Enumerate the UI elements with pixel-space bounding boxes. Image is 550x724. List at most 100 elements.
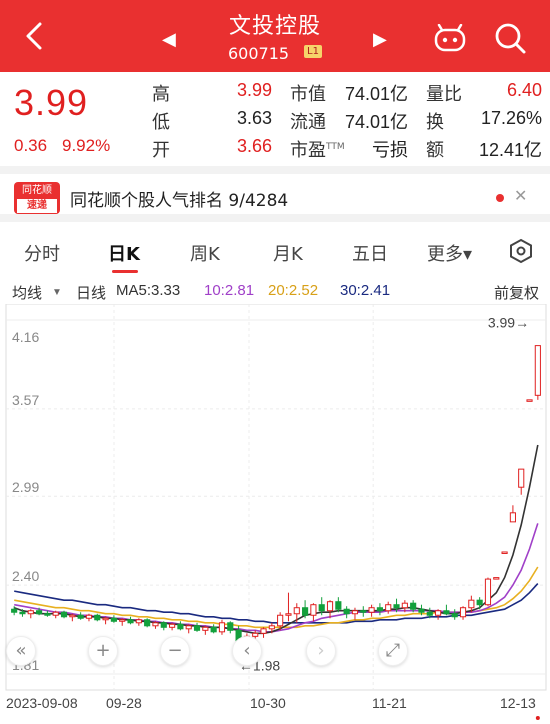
candle-body (326, 601, 334, 612)
mktcap-label: 市值 (290, 84, 326, 105)
ma5-value: MA5:3.33 (116, 282, 181, 299)
candle-body (401, 602, 408, 609)
search-icon[interactable] (493, 21, 527, 55)
candle-body (268, 625, 275, 630)
dropdown-arrow-icon[interactable]: ▼ (52, 287, 62, 298)
amount-label: 额 (426, 140, 444, 161)
candle-body (468, 599, 475, 609)
price-change: 0.36 (14, 136, 48, 155)
settings-hexagon-icon[interactable] (508, 238, 534, 264)
assistant-robot-icon[interactable] (433, 24, 467, 54)
pe-label: 市盈TTM (290, 140, 345, 161)
scroll-right-button[interactable]: › (306, 636, 336, 666)
last-price: 3.99 (14, 82, 89, 123)
candle-body (393, 604, 400, 609)
candle-body (11, 608, 18, 613)
ma-indicator-bar: 均线 ▼ 日线 MA5:3.33 10:2.81 20:2.52 30:2.41… (0, 278, 550, 304)
news-text: 同花顺个股人气排名 9/4284 (70, 191, 289, 211)
quote-panel: 3.99 0.36 9.92% 高 3.99 低 3.63 开 3.66 市值 … (0, 72, 550, 166)
tab-monthly-k[interactable]: 月K (273, 240, 303, 266)
candle-body (451, 613, 458, 618)
low-label: 低 (152, 112, 170, 133)
scroll-left-button[interactable]: ‹ (232, 636, 262, 666)
candle-body (193, 625, 201, 631)
stock-code: 600715 (228, 44, 290, 63)
candle-body (227, 622, 234, 631)
x-tick-label: 10-30 (250, 695, 286, 711)
candle-body (85, 614, 93, 619)
popularity-news-strip[interactable]: 同花顺 速递 同花顺个股人气排名 9/4284 ✕ (0, 166, 550, 222)
volratio-label: 量比 (426, 84, 462, 105)
candle-body (410, 602, 417, 610)
next-stock-arrow-icon[interactable]: ▶ (373, 29, 387, 50)
period-tabs: 分时 日K 周K 月K 五日 更多▾ (0, 230, 550, 273)
open-value: 3.66 (236, 136, 272, 156)
candle-body (376, 607, 383, 612)
x-tick-label: 2023-09-08 (6, 695, 78, 711)
x-tick-label: 12-13 (500, 695, 536, 711)
chart-frame (5, 304, 547, 691)
rewind-button[interactable]: « (6, 636, 36, 666)
candle-body (534, 345, 541, 396)
candle-body (426, 611, 433, 616)
kline-chart[interactable]: 4.163.572.992.401.813.99→←1.982023-09-08… (0, 304, 550, 724)
ma20-value: 20:2.52 (268, 282, 319, 299)
candle-body (343, 608, 350, 615)
adjust-mode[interactable]: 前复权 (494, 282, 539, 303)
tab-five-day[interactable]: 五日 (352, 240, 388, 266)
tab-daily-k[interactable]: 日K (108, 240, 140, 266)
turnover-label: 换 (426, 112, 444, 133)
candle-body (285, 613, 292, 616)
candle-body (19, 611, 26, 615)
candle-body (360, 610, 367, 613)
ma5-line (13, 444, 539, 635)
pe-value: 亏损 (372, 140, 408, 160)
candle-body (52, 611, 59, 616)
high-marker-label: 3.99→ (488, 315, 529, 331)
fullscreen-button[interactable]: ⤢ (378, 636, 408, 666)
current-bar-dot (535, 716, 540, 720)
ma30-value: 30:2.41 (340, 282, 391, 299)
candle-body (260, 628, 267, 634)
turnover-value: 17.26% (480, 108, 542, 128)
candle-body (509, 512, 516, 523)
candle-body (526, 399, 533, 402)
tab-weekly-k[interactable]: 周K (190, 240, 220, 266)
candle-body (418, 608, 425, 613)
tab-intraday[interactable]: 分时 (24, 240, 60, 266)
candle-body (277, 614, 284, 627)
zoom-in-button[interactable]: + (88, 636, 118, 666)
candle-body (501, 551, 508, 554)
active-tab-indicator (112, 270, 138, 273)
candle-body (44, 613, 51, 616)
ma-mode-select[interactable]: 均线 (12, 282, 42, 303)
ttm-mark: TTM (326, 142, 345, 152)
ma20-line (14, 566, 539, 629)
open-label: 开 (152, 140, 170, 161)
volratio-value: 6.40 (506, 80, 542, 100)
candle-body (351, 610, 359, 615)
level1-badge: L1 (304, 45, 322, 58)
period-label: 日线 (76, 285, 107, 302)
candle-body (293, 607, 300, 615)
candle-body (127, 619, 134, 624)
candle-body (459, 607, 467, 618)
ma10-value: 10:2.81 (204, 282, 255, 299)
candle-body (435, 610, 442, 616)
x-tick-label: 11-21 (372, 695, 407, 711)
candle-body (69, 614, 76, 618)
close-icon[interactable]: ✕ (514, 186, 527, 205)
tab-more[interactable]: 更多▾ (427, 240, 472, 266)
low-value: 3.63 (236, 108, 272, 128)
candle-body (335, 601, 342, 610)
zoom-out-button[interactable]: − (160, 636, 190, 666)
y-tick-label: 2.99 (12, 479, 39, 495)
candle-body (368, 607, 375, 613)
candle-body (60, 611, 68, 618)
candle-body (202, 626, 209, 631)
float-value: 74.01亿 (344, 112, 408, 132)
y-tick-label: 4.16 (12, 329, 39, 345)
candle-body (210, 626, 217, 633)
candle-body (518, 468, 525, 488)
high-label: 高 (152, 84, 170, 105)
